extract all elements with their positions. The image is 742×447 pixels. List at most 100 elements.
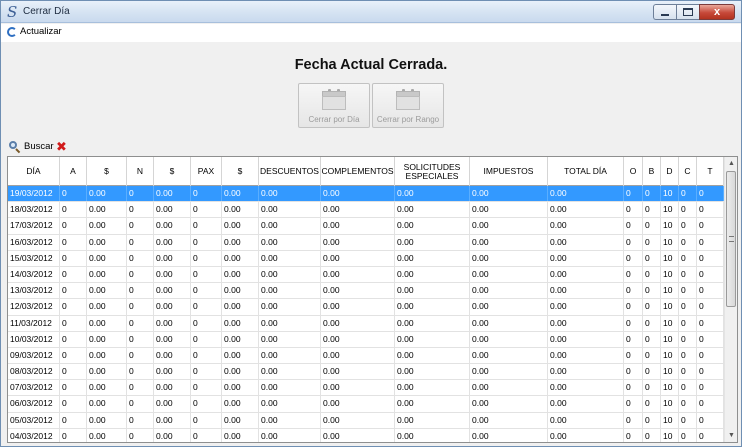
table-cell: 0 [624,364,643,380]
vertical-scrollbar[interactable]: ▲ ▼ [724,157,737,442]
table-cell: 0.00 [395,380,470,396]
main-window: S Cerrar Día x Actualizar Fecha Actual C… [0,0,742,447]
column-header[interactable]: $ [87,157,127,186]
table-cell: 0.00 [154,283,191,299]
scroll-down-icon[interactable]: ▼ [725,429,737,442]
days-table[interactable]: DÍA A $ N $ PAX $ DESCUENTOS COMPLEMENTOS SOLICIT… [7,156,738,443]
maximize-button[interactable] [676,4,699,20]
maximize-icon [683,8,693,16]
table-cell: 0.00 [321,347,395,364]
table-row[interactable]: 07/03/2012 0 0.00 0 0.00 0 0.00 0.00 0.00 0.00 0.0… [8,380,724,397]
table-cell: 0.00 [259,347,321,364]
table-cell: 10 [661,380,679,396]
table-cell: 0.00 [470,234,548,250]
table-cell: 0.00 [87,202,127,218]
table-cell: 10 [661,266,679,283]
table-cell: 0.00 [222,396,259,412]
column-header[interactable]: $ [154,157,191,186]
scroll-thumb[interactable] [726,171,736,307]
table-cell: 0 [191,202,222,218]
table-cell: 0 [679,202,697,218]
table-cell: 0 [60,234,87,250]
table-row[interactable]: 11/03/2012 0 0.00 0 0.00 0 0.00 0.00 0.00 0.00 0.0… [8,315,724,332]
table-row[interactable]: 05/03/2012 0 0.00 0 0.00 0 0.00 0.00 0.00 0.00 0.0… [8,412,724,429]
table-row[interactable]: 13/03/2012 0 0.00 0 0.00 0 0.00 0.00 0.00 0.00 0.0… [8,283,724,300]
column-header[interactable]: PAX [191,157,222,186]
clear-icon[interactable]: ✖ [56,139,67,155]
table-cell: 0 [60,364,87,380]
table-cell: 0.00 [395,202,470,218]
close-by-day-button[interactable]: Cerrar por Día [298,83,370,128]
table-cell: 0.00 [321,315,395,331]
status-message: Fecha Actual Cerrada. [294,57,448,73]
refresh-button[interactable]: Actualizar [7,26,62,37]
table-cell: 08/03/2012 [8,364,60,380]
table-cell: 0.00 [395,331,470,347]
title-bar[interactable]: S Cerrar Día x [1,1,741,23]
table-cell: 0 [191,234,222,250]
table-cell: 0.00 [395,412,470,428]
table-cell: 0 [697,412,724,428]
table-row[interactable]: 16/03/2012 0 0.00 0 0.00 0 0.00 0.00 0.00 0.00 0.0… [8,234,724,251]
column-header[interactable]: T [697,157,724,186]
table-cell: 0 [191,331,222,347]
table-cell: 0.00 [87,347,127,364]
table-row[interactable]: 19/03/2012 0 0.00 0 0.00 0 0.00 0.00 0.00 0.00 0.0… [8,186,724,203]
table-row[interactable]: 12/03/2012 0 0.00 0 0.00 0 0.00 0.00 0.00 0.00 0.0… [8,299,724,316]
table-cell: 0 [697,250,724,266]
table-cell: 0 [697,299,724,315]
table-cell: 0 [643,412,661,428]
table-cell: 0.00 [222,186,259,202]
table-cell: 0.00 [470,315,548,331]
minimize-button[interactable] [653,4,676,20]
table-cell: 0.00 [222,364,259,380]
column-header[interactable]: IMPUESTOS [470,157,548,186]
table-cell: 0.00 [222,412,259,428]
table-row[interactable]: 15/03/2012 0 0.00 0 0.00 0 0.00 0.00 0.00 0.00 0.0… [8,250,724,267]
table-cell: 0.00 [321,396,395,412]
table-cell: 0.00 [259,266,321,283]
table-cell: 0.00 [154,266,191,283]
scroll-up-icon[interactable]: ▲ [725,157,737,170]
column-header[interactable]: B [643,157,661,186]
close-button[interactable]: x [699,4,735,20]
table-row[interactable]: 08/03/2012 0 0.00 0 0.00 0 0.00 0.00 0.00 0.00 0.0… [8,364,724,381]
close-icon: x [713,6,721,18]
table-cell: 0.00 [259,396,321,412]
column-header[interactable]: $ [222,157,259,186]
table-cell: 0 [60,347,87,364]
table-cell: 0 [624,412,643,428]
table-cell: 0.00 [321,186,395,202]
table-cell: 0 [643,347,661,364]
table-row[interactable]: 09/03/2012 0 0.00 0 0.00 0 0.00 0.00 0.00 0.00 0.0… [8,347,724,365]
table-row[interactable]: 04/03/2012 0 0.00 0 0.00 0 0.00 0.00 0.00 0.00 0.0… [8,428,724,442]
column-header[interactable]: A [60,157,87,186]
table-row[interactable]: 10/03/2012 0 0.00 0 0.00 0 0.00 0.00 0.00 0.00 0.0… [8,331,724,348]
column-header[interactable]: SOLICITUDES ESPECIALES [395,157,470,186]
column-header[interactable]: N [127,157,154,186]
column-header[interactable]: DESCUENTOS [259,157,321,186]
refresh-icon [7,26,17,37]
table-cell: 0.00 [395,396,470,412]
table-cell: 0 [643,364,661,380]
column-header[interactable]: O [624,157,643,186]
column-header[interactable]: COMPLEMENTOS [321,157,395,186]
table-cell: 0.00 [222,266,259,283]
table-row[interactable]: 06/03/2012 0 0.00 0 0.00 0 0.00 0.00 0.00 0.00 0.0… [8,396,724,413]
table-cell: 0 [624,299,643,315]
column-header[interactable]: TOTAL DÍA [548,157,624,186]
table-cell: 0 [60,331,87,347]
table-row[interactable]: 14/03/2012 0 0.00 0 0.00 0 0.00 0.00 0.00 0.00 0.0… [8,266,724,284]
table-cell: 0 [697,283,724,299]
column-header[interactable]: DÍA [8,157,60,186]
column-header[interactable]: D [661,157,679,186]
table-cell: 0.00 [87,266,127,283]
close-by-range-button[interactable]: Cerrar por Rango [372,83,444,128]
table-row[interactable]: 17/03/2012 0 0.00 0 0.00 0 0.00 0.00 0.00 0.00 0.0… [8,218,724,235]
column-header[interactable]: C [679,157,697,186]
table-cell: 0 [697,331,724,347]
table-cell: 0 [60,428,87,442]
table-row[interactable]: 18/03/2012 0 0.00 0 0.00 0 0.00 0.00 0.00 0.00 0.0… [8,202,724,219]
table-cell: 10 [661,428,679,442]
table-cell: 0.00 [259,331,321,347]
